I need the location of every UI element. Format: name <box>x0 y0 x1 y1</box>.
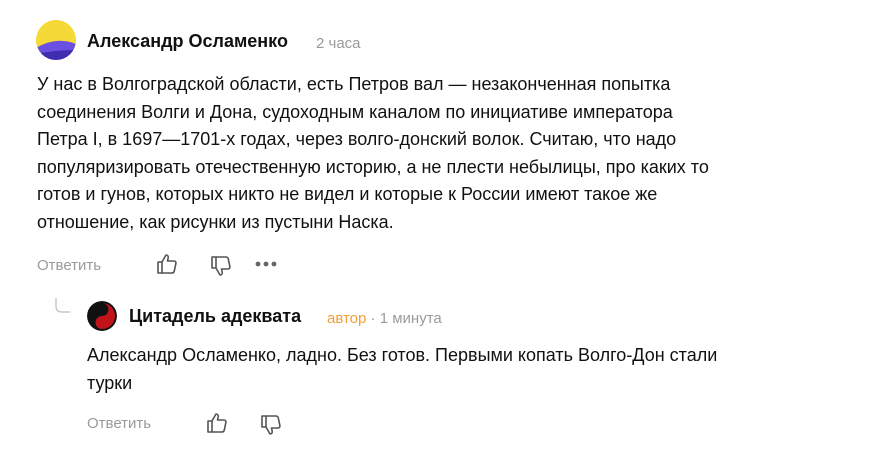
dislike-icon[interactable] <box>209 254 233 278</box>
author-badge: автор <box>327 310 367 327</box>
avatar-image <box>36 20 76 60</box>
avatar[interactable] <box>36 20 76 60</box>
comment-text-line: отношение, как рисунки из пустыни Наска. <box>37 211 394 232</box>
reply-reply-button[interactable]: Ответить <box>87 415 151 432</box>
comment-text-line: готов и гунов, которых никто не видел и … <box>37 184 658 204</box>
meta-separator: · <box>370 310 376 327</box>
comment-time: 2 часа <box>316 35 361 52</box>
more-options-icon[interactable] <box>254 258 278 270</box>
reply-avatar[interactable] <box>87 301 117 331</box>
reply-text-line: Александр Осламенко, ладно. Без готов. П… <box>87 345 718 365</box>
thread-connector <box>55 298 70 313</box>
reply-text-line: турки <box>87 372 133 393</box>
comment-author[interactable]: Александр Осламенко <box>87 31 288 52</box>
reply-button[interactable]: Ответить <box>37 257 101 274</box>
comment-text-line: соединения Волги и Дона, судоходным кана… <box>37 101 673 122</box>
comment-text-line: популяризировать отечественную историю, … <box>37 156 709 177</box>
yin-yang-icon <box>87 301 117 331</box>
reply-author[interactable]: Цитадель адеквата <box>129 306 301 327</box>
reply-dislike-icon[interactable] <box>259 413 283 437</box>
reply-meta: автор · 1 минута <box>327 310 442 327</box>
comment-text-line: У нас в Волгоградской области, есть Петр… <box>37 74 671 94</box>
reply-like-icon[interactable] <box>205 411 229 435</box>
reply-text: Александр Осламенко, ладно. Без готов. П… <box>87 342 847 397</box>
comment-text: У нас в Волгоградской области, есть Петр… <box>37 71 837 236</box>
reply-time: 1 минута <box>379 310 442 327</box>
like-icon[interactable] <box>155 252 179 276</box>
comment-text-line: Петра I, в 1697—1701-х годах, через волг… <box>37 129 677 149</box>
